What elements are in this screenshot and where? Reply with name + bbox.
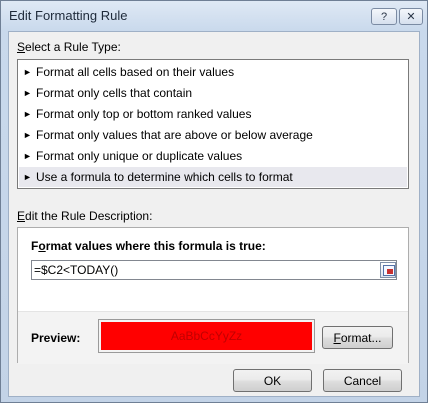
rule-type-item-formula[interactable]: ► Use a formula to determine which cells… [19, 167, 407, 187]
triangle-right-icon: ► [23, 88, 32, 98]
edit-formatting-rule-dialog: Edit Formatting Rule ? ✕ Select a Rule T… [0, 0, 428, 403]
rule-type-item-above-below-average[interactable]: ► Format only values that are above or b… [19, 125, 407, 145]
preview-sample-text: AaBbCcYyZz [170, 329, 243, 343]
preview-label: Preview: [31, 331, 81, 345]
triangle-right-icon: ► [23, 130, 32, 140]
rule-type-item-all-cells[interactable]: ► Format all cells based on their values [19, 62, 407, 82]
formula-input[interactable] [31, 260, 397, 280]
close-icon: ✕ [406, 11, 416, 23]
rule-type-item-label: Format all cells based on their values [36, 65, 235, 79]
format-button[interactable]: Format... [322, 326, 393, 349]
triangle-right-icon: ► [23, 151, 32, 161]
rule-type-item-label: Format only top or bottom ranked values [36, 107, 252, 121]
ok-button[interactable]: OK [233, 369, 312, 392]
title-bar[interactable]: Edit Formatting Rule ? ✕ [1, 1, 427, 31]
rule-type-item-label: Format only cells that contain [36, 86, 193, 100]
triangle-right-icon: ► [23, 67, 32, 77]
rule-type-item-top-bottom[interactable]: ► Format only top or bottom ranked value… [19, 104, 407, 124]
preview-row: Preview: AaBbCcYyZz Format... [18, 311, 408, 364]
rule-description-label: Edit the Rule Description: [17, 209, 153, 223]
triangle-right-icon: ► [23, 109, 32, 119]
help-icon: ? [380, 10, 388, 23]
dialog-body: Select a Rule Type: ► Format all cells b… [8, 31, 420, 397]
rule-type-item-label: Format only unique or duplicate values [36, 149, 243, 163]
rule-description-panel: Format values where this formula is true… [17, 227, 409, 364]
rule-type-item-label: Format only values that are above or bel… [36, 128, 313, 142]
collapse-dialog-icon-marker [387, 269, 393, 274]
help-button[interactable]: ? [371, 8, 397, 25]
formula-heading: Format values where this formula is true… [31, 239, 266, 253]
range-selector-button[interactable] [380, 262, 396, 278]
close-button[interactable]: ✕ [399, 8, 423, 25]
rule-type-item-unique-duplicate[interactable]: ► Format only unique or duplicate values [19, 146, 407, 166]
rule-type-list[interactable]: ► Format all cells based on their values… [17, 59, 409, 189]
rule-type-item-cells-contain[interactable]: ► Format only cells that contain [19, 83, 407, 103]
preview-sample-box: AaBbCcYyZz [98, 319, 315, 353]
dialog-title: Edit Formatting Rule [9, 8, 128, 23]
rule-type-item-label: Use a formula to determine which cells t… [36, 170, 293, 184]
triangle-right-icon: ► [23, 172, 32, 182]
rule-type-label: Select a Rule Type: [17, 40, 121, 54]
cancel-button[interactable]: Cancel [323, 369, 402, 392]
